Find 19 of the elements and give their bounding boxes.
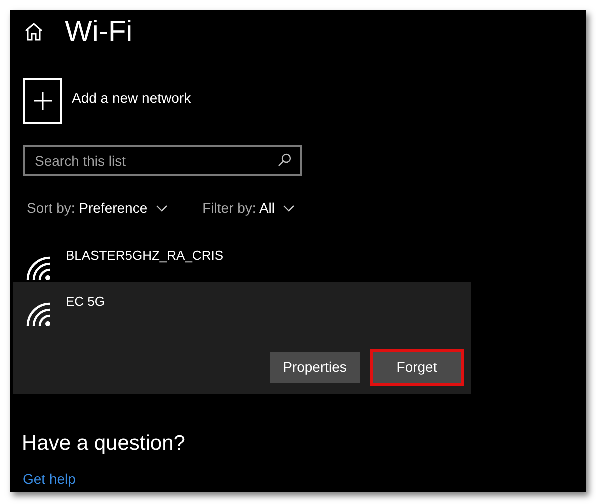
- chevron-icon: [156, 205, 168, 212]
- add-network-button[interactable]: [23, 78, 62, 124]
- search-icon[interactable]: [278, 153, 292, 167]
- home-icon[interactable]: [23, 21, 45, 43]
- window-title: Wi-Fi: [65, 18, 133, 46]
- network-action-button[interactable]: Forget: [370, 349, 464, 386]
- network-item[interactable]: BLASTER5GHZ_RA_CRIS: [13, 236, 471, 282]
- help-heading: Have a question?: [22, 431, 186, 457]
- plus-icon: [32, 91, 52, 111]
- network-name: BLASTER5GHZ_RA_CRIS: [66, 247, 224, 265]
- get-help-link[interactable]: Get help: [23, 468, 76, 490]
- search-field[interactable]: Search this list: [23, 145, 302, 176]
- filter-dropdown[interactable]: Filter by: All: [202, 198, 295, 219]
- network-name: EC 5G: [66, 293, 106, 311]
- network-action-button[interactable]: Properties: [270, 352, 360, 383]
- add-network-label[interactable]: Add a new network: [72, 88, 192, 109]
- sort-dropdown[interactable]: Sort by: Preference: [27, 198, 168, 219]
- chevron-icon: [283, 205, 295, 212]
- network-item[interactable]: EC 5G Properties Forget: [13, 282, 471, 394]
